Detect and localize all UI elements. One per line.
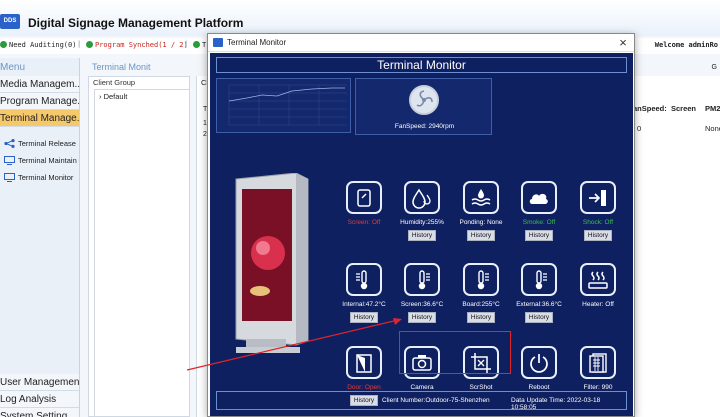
table-cell: None <box>705 124 720 133</box>
sidebar-subitem-terminal-release[interactable]: Terminal Release <box>0 133 79 150</box>
tile-filter: Filter: 990 <box>568 346 628 393</box>
tile-label: Screen:36.6°C <box>400 301 444 308</box>
tile-label: Screen: Off <box>347 219 381 226</box>
status-terminal[interactable]: T <box>193 41 206 49</box>
tile-screen: Screen: Off <box>334 181 394 228</box>
thermometer-icon <box>521 263 557 296</box>
tile-label: Ponding: None <box>459 219 503 226</box>
sidebar-item-program[interactable]: Program Manage... <box>0 93 79 110</box>
thermometer-icon <box>346 263 382 296</box>
dialog-titlebar[interactable]: Terminal Monitor × <box>208 34 634 52</box>
col-header-pm2: PM2 <box>705 104 720 113</box>
fan-speed-label: FanSpeed: 2940rpm <box>394 123 455 130</box>
status-ok-icon <box>86 41 93 48</box>
sidebar-subitem-terminal-maintain[interactable]: Terminal Maintain <box>0 150 79 167</box>
external-temp-history-button[interactable]: History <box>524 312 554 323</box>
humidity-icon <box>404 181 440 214</box>
sidebar-item-media[interactable]: Media Managem... <box>0 76 79 93</box>
screen-icon <box>346 181 382 214</box>
sidebar-item-user-management[interactable]: User Management <box>0 374 79 391</box>
sidebar-item-system-setting[interactable]: System Setting <box>0 408 79 417</box>
tile-external-temp: External:36.6°C History <box>509 263 569 323</box>
dialog-app-icon <box>213 38 223 47</box>
smoke-icon <box>521 181 557 214</box>
shock-history-button[interactable]: History <box>583 230 613 241</box>
tile-label: Humidity:255% <box>400 219 444 226</box>
close-icon[interactable]: × <box>616 35 630 50</box>
shock-icon <box>580 181 616 214</box>
status-ok-icon <box>193 41 200 48</box>
data-update-time: Data Update Time: 2022-03-18 10:58:05 <box>511 397 601 411</box>
ponding-history-button[interactable]: History <box>466 230 496 241</box>
client-number: Client Number:Outdoor-75-Shenzhen <box>382 397 490 404</box>
heater-icon <box>580 263 616 296</box>
tile-screen-temp: Screen:36.6°C History <box>392 263 452 323</box>
table-cell: 0 <box>637 124 642 133</box>
humidity-history-button[interactable]: History <box>407 230 437 241</box>
tile-heater: Heater: Off <box>568 263 628 310</box>
fan-icon <box>409 85 439 115</box>
sidebar-item-log-analysis[interactable]: Log Analysis <box>0 391 79 408</box>
board-temp-history-button[interactable]: History <box>466 312 496 323</box>
reboot-icon[interactable] <box>521 346 557 379</box>
terminal-monitor-dialog: Terminal Monitor × Terminal Monitor FanS… <box>207 33 635 417</box>
tile-label: External:36.6°C <box>516 301 562 308</box>
dialog-title: Terminal Monitor <box>227 38 287 47</box>
sidebar-subitem-terminal-monitor[interactable]: Terminal Monitor <box>0 167 79 184</box>
sidebar-item-terminal[interactable]: Terminal Manage... <box>0 110 79 127</box>
tile-humidity: Humidity:255% History <box>392 181 452 241</box>
line-chart-icon <box>228 84 347 126</box>
client-group-label: Client Group <box>93 78 136 87</box>
smoke-history-button[interactable]: History <box>524 230 554 241</box>
monitor-panel: Terminal Monitor FanSpeed: 2940rpm Scree… <box>210 53 633 416</box>
share-icon <box>4 139 15 148</box>
app-header: DDS Digital Signage Management Platform <box>0 0 720 36</box>
monitor-icon <box>4 156 15 165</box>
menu-header: Menu <box>0 62 26 73</box>
screen-temp-history-button[interactable]: History <box>407 312 437 323</box>
status-separator: | <box>184 40 189 48</box>
highlight-box <box>399 331 511 374</box>
tile-label: Heater: Off <box>582 301 614 308</box>
monitor-icon <box>4 173 15 182</box>
col-header-fanspeed: anSpeed: <box>633 104 667 113</box>
tile-smoke: Smoke: Off History <box>509 181 569 241</box>
ponding-icon <box>463 181 499 214</box>
status-need-auditing[interactable]: Need Auditing(0) <box>0 41 76 49</box>
tile-label: Board:255°C <box>462 301 500 308</box>
fan-speed-card: FanSpeed: 2940rpm <box>355 78 492 135</box>
client-group-tree: › Default <box>94 89 189 416</box>
welcome-text: Welcome adminRo <box>654 41 718 49</box>
tile-reboot[interactable]: Reboot <box>509 346 569 393</box>
col-header-screen: Screen <box>671 104 697 113</box>
app-logo: DDS <box>0 14 20 29</box>
client-group-pane: Client Group › Default <box>88 76 190 417</box>
tile-label: Internal:47.2°C <box>342 301 386 308</box>
tile-label: Smoke: Off <box>522 219 556 226</box>
monitor-footer: Client Number:Outdoor-75-Shenzhen Data U… <box>216 391 627 411</box>
fan-speed-chart <box>216 78 351 133</box>
status-separator: | <box>77 40 82 48</box>
internal-temp-history-button[interactable]: History <box>349 312 379 323</box>
right-pane-tag: G <box>711 64 717 71</box>
monitor-title: Terminal Monitor <box>216 57 627 73</box>
tree-node-default[interactable]: › Default <box>99 92 127 101</box>
door-icon <box>346 346 382 379</box>
chevron-right-icon: › <box>99 92 102 101</box>
sidebar: Menu Media Managem... Program Manage... … <box>0 58 80 417</box>
tile-label: Shock: Off <box>582 219 614 226</box>
tile-shock: Shock: Off History <box>568 181 628 241</box>
tile-ponding: Ponding: None History <box>451 181 511 241</box>
app-title: Digital Signage Management Platform <box>28 16 244 30</box>
status-program-synched[interactable]: Program Synched(1 / 2) <box>86 41 188 49</box>
thermometer-icon <box>404 263 440 296</box>
kiosk-image <box>232 172 310 358</box>
tile-internal-temp: Internal:47.2°C History <box>334 263 394 323</box>
filter-icon <box>580 346 616 379</box>
thermometer-icon <box>463 263 499 296</box>
tile-board-temp: Board:255°C History <box>451 263 511 323</box>
status-ok-icon <box>0 41 7 48</box>
